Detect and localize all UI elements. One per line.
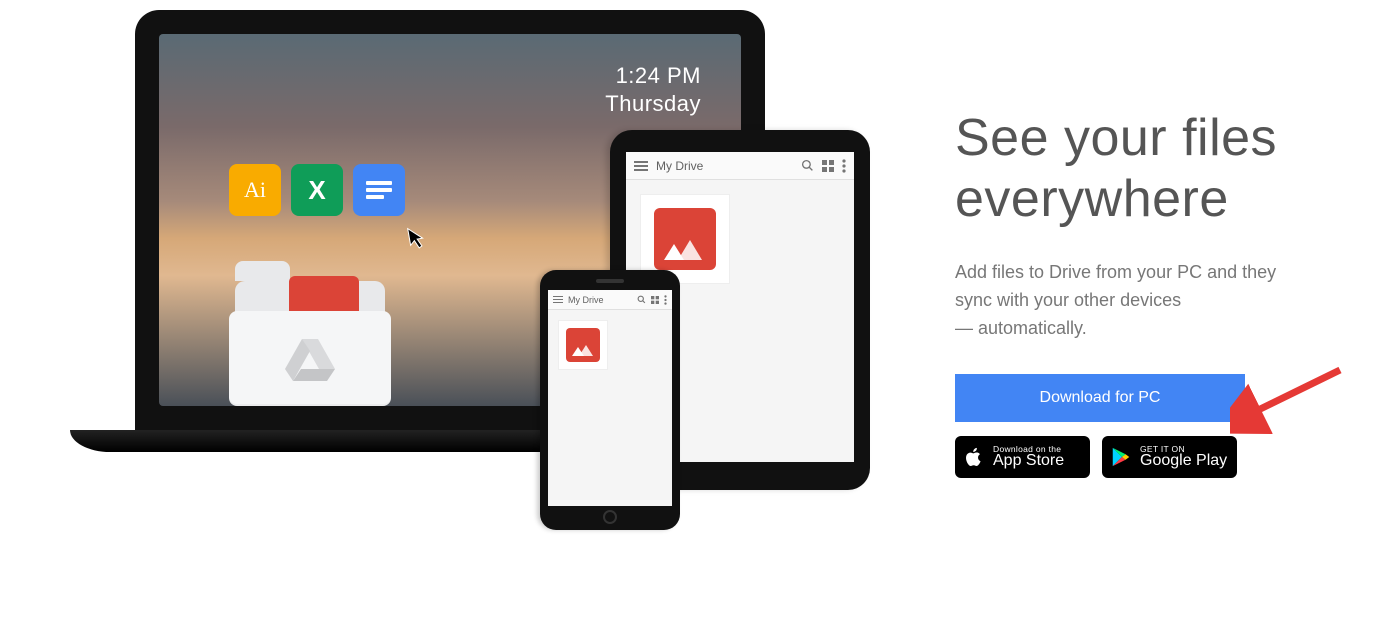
app-store-badge[interactable]: Download on the App Store <box>955 436 1090 478</box>
menu-icon <box>553 294 563 305</box>
phone-device: My Drive <box>540 270 680 530</box>
more-icon <box>842 159 846 173</box>
desktop-clock: 1:24 PM Thursday <box>605 62 701 117</box>
photo-file-icon <box>566 328 600 362</box>
download-pc-button[interactable]: Download for PC <box>955 374 1245 422</box>
search-icon <box>801 159 814 172</box>
promo-panel: See your files everywhere Add files to D… <box>955 108 1345 478</box>
illustrator-icon: Ai <box>229 164 281 216</box>
apple-icon <box>963 446 985 468</box>
docs-icon <box>353 164 405 216</box>
menu-icon <box>634 159 648 173</box>
headline: See your files everywhere <box>955 108 1345 231</box>
appstore-bottom-line: App Store <box>993 453 1064 470</box>
tablet-app-bar: My Drive <box>626 152 854 180</box>
desktop-icons: Ai X <box>229 164 405 216</box>
tablet-title: My Drive <box>656 159 793 173</box>
google-drive-icon <box>285 337 335 381</box>
google-play-icon <box>1110 446 1132 468</box>
photo-file-icon <box>654 208 716 270</box>
more-icon <box>664 295 667 305</box>
search-icon <box>637 295 646 304</box>
mouse-cursor-icon <box>407 225 430 258</box>
phone-file-thumbnail <box>558 320 608 370</box>
view-grid-icon <box>651 296 659 304</box>
view-grid-icon <box>822 160 834 172</box>
phone-app-bar: My Drive <box>548 290 672 310</box>
store-badges: Download on the App Store GET IT ON Goog… <box>955 436 1345 478</box>
clock-time: 1:24 PM <box>605 62 701 90</box>
sheets-icon: X <box>291 164 343 216</box>
phone-title: My Drive <box>568 295 632 305</box>
drive-folder-icon <box>229 256 399 406</box>
clock-day: Thursday <box>605 90 701 118</box>
google-play-badge[interactable]: GET IT ON Google Play <box>1102 436 1237 478</box>
phone-screen: My Drive <box>548 290 672 506</box>
play-bottom-line: Google Play <box>1140 453 1227 470</box>
devices-illustration: 1:24 PM Thursday Ai X <box>40 0 920 560</box>
description: Add files to Drive from your PC and they… <box>955 259 1295 343</box>
